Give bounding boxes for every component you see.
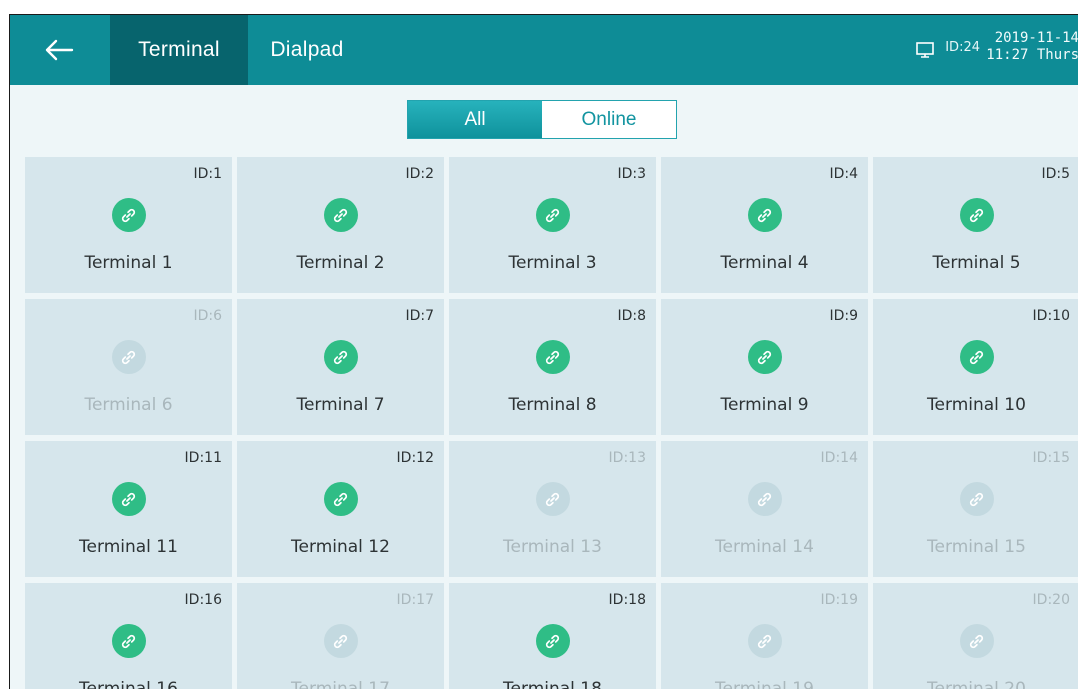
terminal-name: Terminal 10 xyxy=(927,395,1026,415)
time-text: 11:27 Thurs xyxy=(986,47,1078,63)
terminal-id: ID:17 xyxy=(396,592,434,608)
terminal-name: Terminal 7 xyxy=(296,395,385,415)
terminal-id: ID:16 xyxy=(184,592,222,608)
link-icon xyxy=(111,624,146,658)
terminal-card[interactable]: ID:11 Terminal 11 xyxy=(25,441,232,577)
terminal-id: ID:5 xyxy=(1041,166,1070,182)
terminal-name: Terminal 6 xyxy=(84,395,173,415)
terminal-name: Terminal 12 xyxy=(291,537,390,557)
link-icon xyxy=(535,624,570,658)
terminal-id: ID:8 xyxy=(617,308,646,324)
terminal-id: ID:11 xyxy=(184,450,222,466)
terminal-name: Terminal 13 xyxy=(503,537,602,557)
link-icon xyxy=(111,340,146,374)
terminal-name: Terminal 5 xyxy=(932,253,1021,273)
terminal-card[interactable]: ID:15 Terminal 15 xyxy=(873,441,1078,577)
terminal-id: ID:7 xyxy=(405,308,434,324)
terminal-id: ID:13 xyxy=(608,450,646,466)
link-icon xyxy=(535,482,570,516)
terminal-name: Terminal 3 xyxy=(508,253,597,273)
datetime: 2019-11-14 11:27 Thurs xyxy=(983,30,1078,64)
link-icon xyxy=(959,340,994,374)
top-bar: Terminal Dialpad ID:24 2019-11-14 11:27 … xyxy=(10,15,1078,85)
terminal-card[interactable]: ID:2 Terminal 2 xyxy=(237,157,444,293)
terminal-card[interactable]: ID:18 Terminal 18 xyxy=(449,583,656,689)
terminal-card[interactable]: ID:16 Terminal 16 xyxy=(25,583,232,689)
terminal-name: Terminal 9 xyxy=(720,395,809,415)
link-icon xyxy=(959,624,994,658)
back-button[interactable] xyxy=(10,15,107,85)
tab-dialpad[interactable]: Dialpad xyxy=(248,15,366,85)
arrow-left-icon xyxy=(45,39,73,61)
link-icon xyxy=(323,198,358,232)
terminal-id: ID:14 xyxy=(820,450,858,466)
terminal-card[interactable]: ID:8 Terminal 8 xyxy=(449,299,656,435)
terminal-grid: ID:1 Terminal 1 ID:2 Terminal 2 ID:3 Terminal… xyxy=(25,157,1078,689)
tab-terminal[interactable]: Terminal xyxy=(110,15,248,85)
device-id: ID:24 xyxy=(945,40,980,55)
filter-online-button[interactable]: Online xyxy=(542,101,676,138)
terminal-id: ID:4 xyxy=(829,166,858,182)
link-icon xyxy=(959,482,994,516)
link-icon xyxy=(111,198,146,232)
terminal-card[interactable]: ID:14 Terminal 14 xyxy=(661,441,868,577)
terminal-id: ID:2 xyxy=(405,166,434,182)
terminal-card[interactable]: ID:5 Terminal 5 xyxy=(873,157,1078,293)
terminal-id: ID:20 xyxy=(1032,592,1070,608)
terminal-id: ID:9 xyxy=(829,308,858,324)
terminal-id: ID:10 xyxy=(1032,308,1070,324)
terminal-name: Terminal 4 xyxy=(720,253,809,273)
monitor-icon xyxy=(916,42,934,58)
link-icon xyxy=(535,340,570,374)
date-text: 2019-11-14 xyxy=(994,30,1078,46)
terminal-card[interactable]: ID:10 Terminal 10 xyxy=(873,299,1078,435)
terminal-card[interactable]: ID:13 Terminal 13 xyxy=(449,441,656,577)
terminal-card[interactable]: ID:4 Terminal 4 xyxy=(661,157,868,293)
terminal-card[interactable]: ID:6 Terminal 6 xyxy=(25,299,232,435)
terminal-id: ID:15 xyxy=(1032,450,1070,466)
app-frame: Terminal Dialpad ID:24 2019-11-14 11:27 … xyxy=(9,14,1078,689)
terminal-name: Terminal 2 xyxy=(296,253,385,273)
terminal-card[interactable]: ID:19 Terminal 19 xyxy=(661,583,868,689)
terminal-name: Terminal 8 xyxy=(508,395,597,415)
link-icon xyxy=(747,482,782,516)
terminal-card[interactable]: ID:1 Terminal 1 xyxy=(25,157,232,293)
link-icon xyxy=(323,624,358,658)
terminal-id: ID:1 xyxy=(193,166,222,182)
terminal-id: ID:18 xyxy=(608,592,646,608)
terminal-name: Terminal 14 xyxy=(715,537,814,557)
link-icon xyxy=(747,624,782,658)
link-icon xyxy=(747,340,782,374)
terminal-card[interactable]: ID:12 Terminal 12 xyxy=(237,441,444,577)
link-icon xyxy=(323,482,358,516)
link-icon xyxy=(111,482,146,516)
link-icon xyxy=(747,198,782,232)
filter-toggle: All Online xyxy=(407,100,677,139)
terminal-card[interactable]: ID:20 Terminal 20 xyxy=(873,583,1078,689)
link-icon xyxy=(323,340,358,374)
terminal-id: ID:6 xyxy=(193,308,222,324)
terminal-name: Terminal 1 xyxy=(84,253,173,273)
link-icon xyxy=(535,198,570,232)
terminal-card[interactable]: ID:9 Terminal 9 xyxy=(661,299,868,435)
terminal-card[interactable]: ID:3 Terminal 3 xyxy=(449,157,656,293)
terminal-card[interactable]: ID:7 Terminal 7 xyxy=(237,299,444,435)
terminal-id: ID:3 xyxy=(617,166,646,182)
terminal-name: Terminal 15 xyxy=(927,537,1026,557)
terminal-card[interactable]: ID:17 Terminal 17 xyxy=(237,583,444,689)
link-icon xyxy=(959,198,994,232)
terminal-id: ID:12 xyxy=(396,450,434,466)
terminal-name: Terminal 11 xyxy=(79,537,178,557)
filter-all-button[interactable]: All xyxy=(408,101,542,138)
terminal-id: ID:19 xyxy=(820,592,858,608)
